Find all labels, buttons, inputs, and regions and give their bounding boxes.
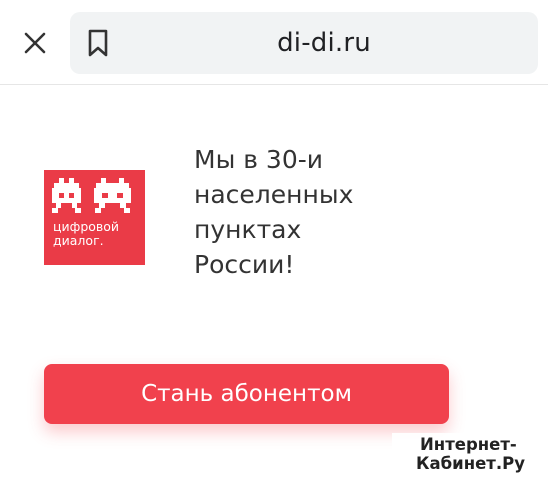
become-subscriber-button[interactable]: Стань абонентом — [44, 364, 449, 424]
logo-text-line2: диалог. — [53, 233, 104, 248]
browser-toolbar: di-di.ru — [0, 0, 548, 85]
watermark: Интернет- Кабинет.Ру — [392, 433, 548, 480]
headline: Мы в 30-и населенных пунктах России! — [194, 142, 494, 282]
headline-line: населенных — [194, 180, 354, 209]
watermark-line2: Кабинет.Ру — [416, 454, 525, 473]
address-bar[interactable]: di-di.ru — [70, 12, 538, 74]
close-icon[interactable] — [18, 26, 52, 60]
url-text[interactable]: di-di.ru — [130, 12, 518, 74]
watermark-line1: Интернет- — [420, 435, 517, 454]
pixel-invaders-icon — [52, 178, 131, 213]
headline-line: Мы в 30-и — [194, 145, 324, 174]
headline-line: России! — [194, 250, 295, 279]
headline-line: пунктах — [194, 215, 302, 244]
logo-text-line1: цифровой — [53, 219, 120, 234]
logo: цифровой диалог. — [44, 170, 145, 265]
bookmark-icon[interactable] — [84, 28, 112, 58]
